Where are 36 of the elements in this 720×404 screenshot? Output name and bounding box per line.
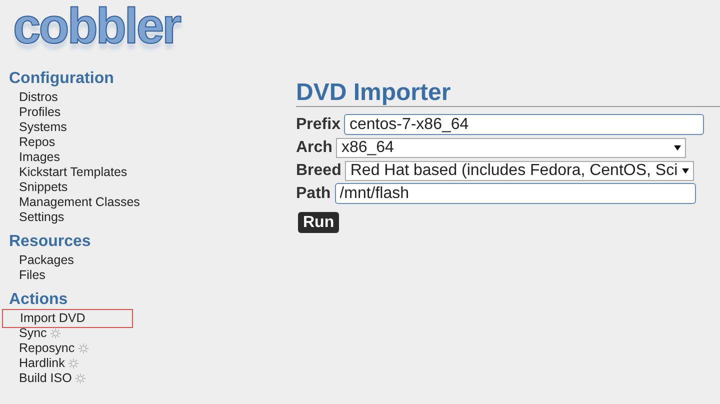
field-label: Arch [296,138,332,156]
section-heading: Resources [9,232,92,252]
input-field[interactable]: centos-7-x86_64 [344,114,704,135]
sidebar-item[interactable]: Build ISO [9,371,72,386]
sidebar-item[interactable]: Snippets [9,180,68,195]
sidebar-item[interactable]: Files [9,268,46,283]
gear-icon [68,358,79,369]
gear-icon [74,373,86,384]
field-label: Path [296,184,331,202]
sidebar-item[interactable]: Systems [9,120,67,135]
gear-icon [50,328,61,339]
sidebar-item[interactable]: Import DVD [2,309,133,328]
run-button[interactable]: Run [298,212,340,233]
section-heading: Configuration [9,69,115,89]
field-label: Prefix [296,116,340,134]
sidebar-item[interactable]: Profiles [9,105,61,120]
input-field[interactable]: /mnt/flash [334,183,696,204]
field-label: Breed [296,162,342,180]
section-heading: Actions [9,290,69,310]
sidebar-item[interactable]: Sync [9,326,47,341]
sidebar-item[interactable]: Settings [9,210,64,225]
sidebar-item[interactable]: Kickstart Templates [9,165,128,180]
sidebar-item[interactable]: Repos [9,135,56,150]
gear-icon [78,343,89,354]
sidebar-item[interactable]: Reposync [9,341,75,356]
sidebar-item[interactable]: Distros [9,90,58,105]
sidebar-item[interactable]: Hardlink [9,356,65,371]
dropdown[interactable]: Red Hat based (includes Fedora, CentOS, Sci [345,160,694,180]
page-title: DVD Importer [296,79,452,106]
caret-icon [674,144,682,150]
logo: cobbler [13,0,182,56]
dropdown[interactable]: x86_64 [336,138,686,158]
caret-icon [682,168,690,174]
sidebar-item[interactable]: Images [9,150,60,165]
sidebar-item[interactable]: Management Classes [9,195,140,210]
sidebar-item[interactable]: Packages [9,253,74,268]
